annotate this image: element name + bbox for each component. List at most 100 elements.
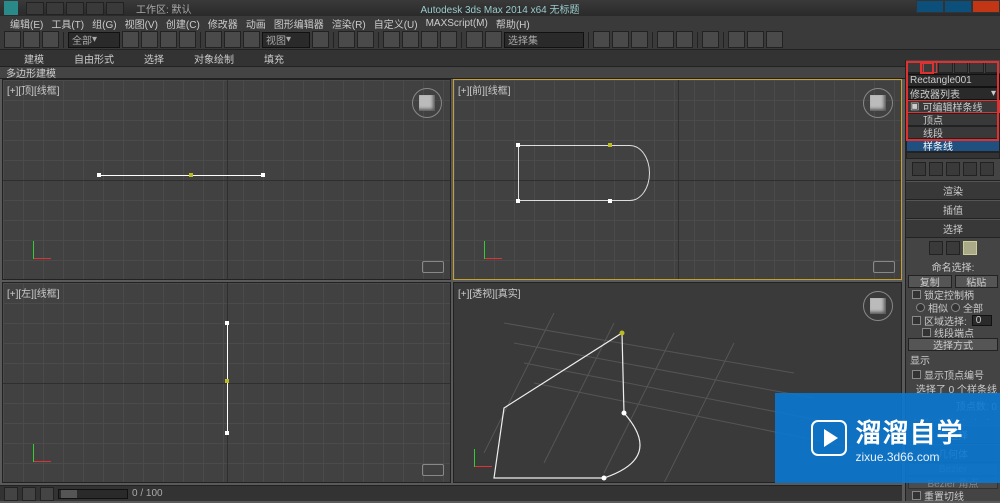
material-editor-icon[interactable] <box>702 31 719 48</box>
param-editor-icon[interactable] <box>466 31 483 48</box>
bind-icon[interactable] <box>42 31 59 48</box>
pivot-icon[interactable] <box>312 31 329 48</box>
menu-edit[interactable]: 编辑(E) <box>10 16 43 31</box>
show-vertnum-check[interactable] <box>912 370 921 379</box>
tab-utilities[interactable] <box>985 61 1000 73</box>
menu-maxscript[interactable]: MAXScript(M) <box>426 18 488 29</box>
align-icon[interactable] <box>612 31 629 48</box>
time-slider[interactable] <box>58 489 128 499</box>
viewport-front[interactable]: [+][前][线框] <box>453 79 902 280</box>
time-next-icon[interactable] <box>22 487 36 501</box>
menu-help[interactable]: 帮助(H) <box>496 16 530 31</box>
rollout-render[interactable]: 渲染 <box>906 181 1000 200</box>
stack-pin-icon[interactable] <box>912 162 926 176</box>
manip-icon[interactable] <box>338 31 355 48</box>
mirror-icon[interactable] <box>593 31 610 48</box>
move-icon[interactable] <box>205 31 222 48</box>
render-icon[interactable] <box>766 31 783 48</box>
layer-icon[interactable] <box>631 31 648 48</box>
menu-animation[interactable]: 动画 <box>246 16 266 31</box>
menu-tools[interactable]: 工具(T) <box>51 16 84 31</box>
radio-all[interactable] <box>951 303 960 312</box>
spinner-snap-icon[interactable] <box>440 31 457 48</box>
menu-grapheditors[interactable]: 图形编辑器 <box>274 16 324 31</box>
viewport-left[interactable]: [+][左][线框] <box>2 282 451 483</box>
param-collector-icon[interactable] <box>485 31 502 48</box>
snap-icon[interactable] <box>383 31 400 48</box>
subobj-btn-vertex[interactable] <box>929 241 943 255</box>
curve-editor-icon[interactable] <box>657 31 674 48</box>
percent-snap-icon[interactable] <box>421 31 438 48</box>
window-minimize[interactable] <box>916 0 944 13</box>
tab-create[interactable] <box>907 61 922 73</box>
tab-hierarchy[interactable] <box>938 61 953 73</box>
viewport-steering[interactable] <box>873 261 895 273</box>
radio-alike[interactable] <box>916 303 925 312</box>
named-sel-set[interactable]: 选择集 <box>504 32 584 48</box>
stack-remove-icon[interactable] <box>963 162 977 176</box>
stack-config-icon[interactable] <box>980 162 994 176</box>
menu-group[interactable]: 组(G) <box>92 16 116 31</box>
qat-unlink[interactable] <box>86 2 104 15</box>
viewcube-top[interactable] <box>412 88 442 118</box>
angle-snap-icon[interactable] <box>402 31 419 48</box>
ribbon-tab-selection[interactable]: 选择 <box>144 51 164 66</box>
workspace-label[interactable]: 工作区: 默认 <box>136 1 192 16</box>
menu-customize[interactable]: 自定义(U) <box>374 16 418 31</box>
tab-display[interactable] <box>969 61 984 73</box>
tab-modify[interactable] <box>923 61 938 73</box>
viewcube-front[interactable] <box>863 88 893 118</box>
select-rect-icon[interactable] <box>160 31 177 48</box>
area-select-check[interactable] <box>912 316 921 325</box>
menu-modifiers[interactable]: 修改器 <box>208 16 238 31</box>
ref-coord[interactable]: 视图 ▾ <box>262 32 310 48</box>
qat-save[interactable] <box>106 2 124 15</box>
stack-show-icon[interactable] <box>929 162 943 176</box>
rollout-selection[interactable]: 选择 <box>906 219 1000 238</box>
app-logo[interactable] <box>4 1 18 15</box>
window-cross-icon[interactable] <box>179 31 196 48</box>
qat-redo[interactable] <box>46 2 64 15</box>
qat-link[interactable] <box>66 2 84 15</box>
lock-handles-check[interactable] <box>912 290 921 299</box>
time-play-icon[interactable] <box>40 487 54 501</box>
subobj-segment[interactable]: 线段 <box>906 126 1000 139</box>
ribbon-tab-objectpaint[interactable]: 对象绘制 <box>194 51 234 66</box>
select-by-button[interactable]: 选择方式 <box>908 338 998 351</box>
tab-motion[interactable] <box>954 61 969 73</box>
reset-tangent-check[interactable] <box>912 491 921 500</box>
ribbon-tab-freeform[interactable]: 自由形式 <box>74 51 114 66</box>
stack-unique-icon[interactable] <box>946 162 960 176</box>
stack-editable-spline[interactable]: ▣ 可编辑样条线 <box>906 100 1000 113</box>
ribbon-tab-modeling[interactable]: 建模 <box>24 51 44 66</box>
viewport-steering[interactable] <box>422 261 444 273</box>
subobj-btn-segment[interactable] <box>946 241 960 255</box>
window-close[interactable] <box>972 0 1000 13</box>
viewport-top[interactable]: [+][顶][线框] <box>2 79 451 280</box>
schematic-icon[interactable] <box>676 31 693 48</box>
seg-end-check[interactable] <box>922 328 931 337</box>
rollout-interp[interactable]: 插值 <box>906 200 1000 219</box>
rotate-icon[interactable] <box>224 31 241 48</box>
link-icon[interactable] <box>4 31 21 48</box>
unlink-icon[interactable] <box>23 31 40 48</box>
time-prev-icon[interactable] <box>4 487 18 501</box>
ribbon-tab-populate[interactable]: 填充 <box>264 51 284 66</box>
render-setup-icon[interactable] <box>728 31 745 48</box>
menu-view[interactable]: 视图(V) <box>125 16 158 31</box>
area-select-value[interactable]: 0 <box>972 315 992 326</box>
select-icon[interactable] <box>122 31 139 48</box>
viewport-steering[interactable] <box>422 464 444 476</box>
select-name-icon[interactable] <box>141 31 158 48</box>
subobj-btn-spline[interactable] <box>963 241 977 255</box>
menu-render[interactable]: 渲染(R) <box>332 16 366 31</box>
qat-undo[interactable] <box>26 2 44 15</box>
keymode-icon[interactable] <box>357 31 374 48</box>
selection-filter[interactable]: 全部 ▾ <box>68 32 120 48</box>
render-frame-icon[interactable] <box>747 31 764 48</box>
menu-create[interactable]: 创建(C) <box>166 16 200 31</box>
subobj-vertex[interactable]: 顶点 <box>906 113 1000 126</box>
scale-icon[interactable] <box>243 31 260 48</box>
subobj-spline[interactable]: 样条线 <box>906 139 1000 152</box>
window-maximize[interactable] <box>944 0 972 13</box>
